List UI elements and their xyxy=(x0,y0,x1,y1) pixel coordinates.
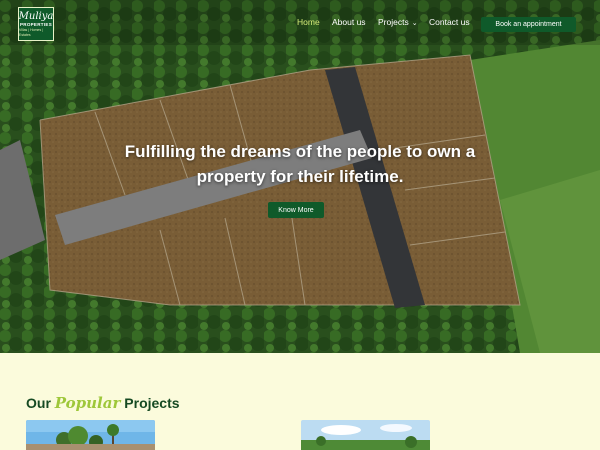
project-card-image[interactable] xyxy=(26,420,155,450)
logo-tagline: Villas | Homes | Estates xyxy=(19,28,44,37)
hero-headline: Fulfilling the dreams of the people to o… xyxy=(124,142,476,186)
brand-logo[interactable]: Muliya PROPERTIES Villas | Homes | Estat… xyxy=(18,7,54,41)
project-photo xyxy=(301,420,430,450)
project-card-image[interactable] xyxy=(301,420,430,450)
project-photo xyxy=(26,420,155,450)
nav-contact-us[interactable]: Contact us xyxy=(429,17,470,27)
section-title-accent: Popular xyxy=(54,394,121,412)
chevron-down-icon: ⌄ xyxy=(411,20,418,27)
nav-about-us[interactable]: About us xyxy=(332,17,366,27)
book-appointment-button[interactable]: Book an appointment xyxy=(481,17,576,32)
nav-projects[interactable]: Projects ⌄ xyxy=(378,17,418,27)
logo-wordmark: Muliya xyxy=(18,11,54,22)
section-title-popular-projects: Our Popular Projects xyxy=(26,394,180,412)
nav-home[interactable]: Home xyxy=(297,17,320,27)
section-title-suffix: Projects xyxy=(124,395,180,411)
nav-projects-label: Projects xyxy=(378,17,409,27)
section-title-prefix: Our xyxy=(26,395,51,411)
know-more-button[interactable]: Know More xyxy=(268,202,324,218)
